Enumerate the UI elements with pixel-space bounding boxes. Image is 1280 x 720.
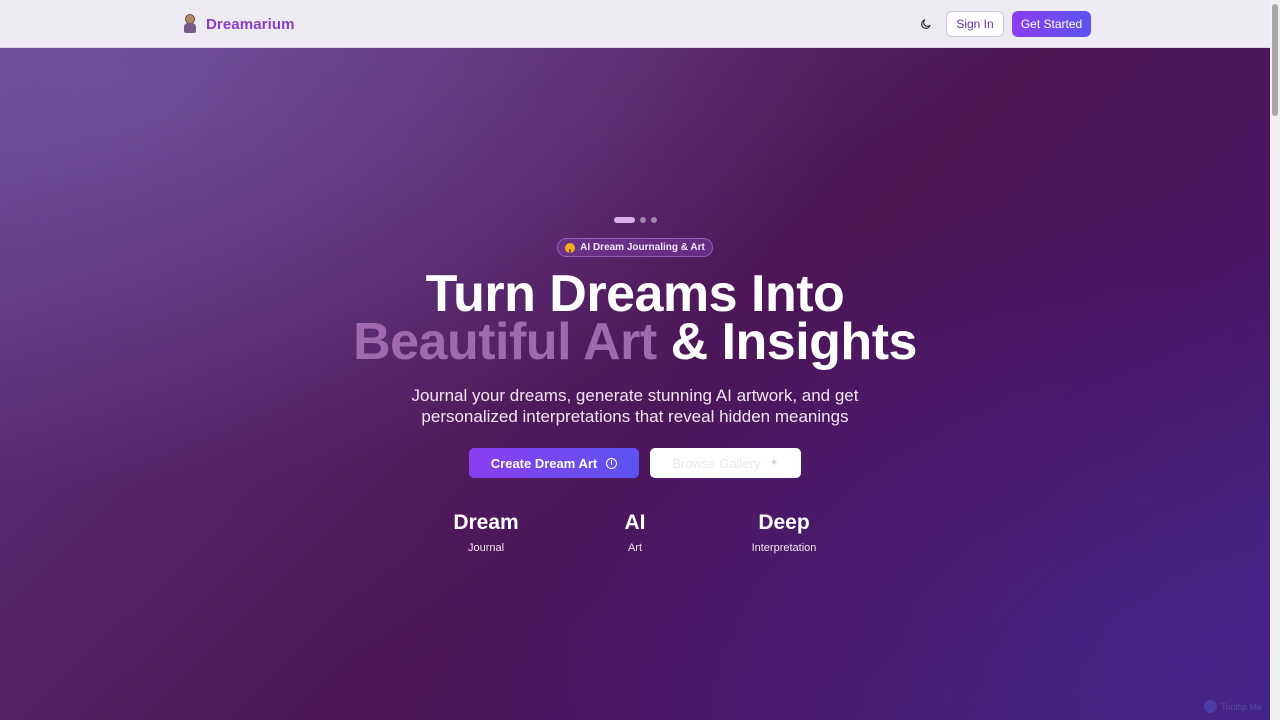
browse-gallery-label: Browse Gallery: [672, 455, 761, 471]
carousel-dots: [614, 217, 657, 223]
subtitle-line-1: Journal your dreams, generate stunning A…: [411, 386, 859, 405]
stat-value: Dream: [453, 511, 519, 534]
hero-badge: AI Dream Journaling & Art: [557, 238, 713, 257]
moon-icon: [921, 19, 931, 29]
stat-value: Deep: [758, 511, 810, 534]
carousel-dot-3[interactable]: [651, 217, 657, 223]
stat-value: AI: [624, 511, 646, 534]
headline-rest: & Insights: [670, 313, 918, 371]
dream-character-logo-icon: [182, 14, 198, 34]
sparkle-icon: ✦: [769, 456, 779, 469]
theme-toggle-button[interactable]: [916, 14, 936, 34]
subtitle-line-2: personalized interpretations that reveal…: [421, 407, 849, 426]
top-navbar: Dreamarium Sign In Get Started: [0, 0, 1270, 48]
stat-label: Art: [627, 542, 643, 554]
hero-badge-text: AI Dream Journaling & Art: [580, 242, 705, 253]
create-dream-art-label: Create Dream Art: [490, 455, 598, 471]
headline-accent: Beautiful Art: [353, 313, 657, 371]
hero-headline: Turn Dreams Into Beautiful Art & Insight…: [0, 268, 1270, 368]
page-scrollbar[interactable]: [1270, 0, 1280, 720]
stat-dream-journal: Dream Journal: [426, 511, 546, 555]
watermark-text: Tooltip Me: [1221, 701, 1263, 712]
stat-label: Journal: [467, 542, 505, 554]
get-started-button[interactable]: Get Started: [1012, 11, 1091, 37]
hero-section: AI Dream Journaling & Art Turn Dreams In…: [0, 0, 1270, 720]
hero-subtitle: Journal your dreams, generate stunning A…: [0, 385, 1270, 427]
stat-deep-interpretation: Deep Interpretation: [724, 511, 844, 555]
browse-gallery-button[interactable]: Browse Gallery ✦: [650, 448, 801, 478]
sign-in-button[interactable]: Sign In: [946, 11, 1004, 37]
watermark: Tooltip Me: [1204, 700, 1262, 713]
carousel-dot-1[interactable]: [614, 217, 635, 223]
plus-circle-icon: [606, 457, 618, 469]
scrollbar-thumb[interactable]: [1272, 4, 1278, 116]
brand-link[interactable]: Dreamarium: [182, 13, 295, 35]
stat-label: Interpretation: [751, 542, 817, 554]
brand-name: Dreamarium: [206, 15, 295, 33]
stat-ai-art: AI Art: [575, 511, 695, 555]
mushroom-icon: [565, 242, 576, 253]
carousel-dot-2[interactable]: [640, 217, 646, 223]
watermark-icon: [1204, 700, 1217, 713]
create-dream-art-button[interactable]: Create Dream Art: [469, 448, 639, 478]
